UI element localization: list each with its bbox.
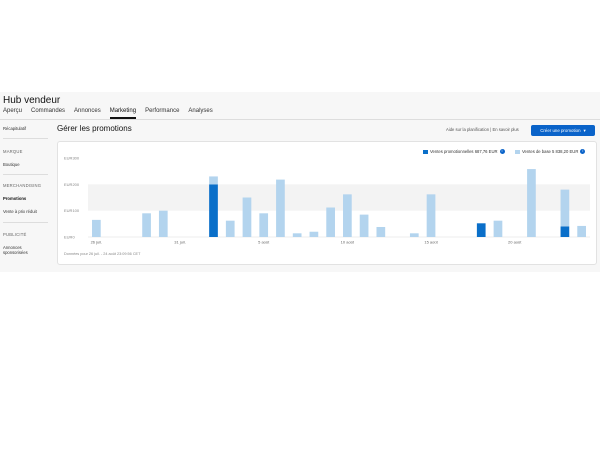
sales-bar-chart: EUR0 EUR100 EUR200 EUR300 26 juil. 31 juil. 5 … (64, 156, 590, 245)
bar-base (376, 226, 386, 237)
bar-base (343, 194, 352, 237)
top-navigation: Aperçu Commandes Annonces Marketing Perf… (3, 108, 213, 119)
sidebar-divider (3, 222, 48, 223)
bar-base (359, 214, 369, 237)
bar-base (158, 210, 168, 237)
bar-base (326, 207, 335, 237)
legend-promo-swatch (423, 149, 428, 154)
sidebar-divider (3, 138, 48, 139)
chart-footnote: Données pour 26 juil. - 24 août 23:09:56… (64, 252, 141, 256)
create-promotion-button[interactable]: Créer une promotion ▾ (531, 125, 595, 136)
bar-base (577, 225, 586, 237)
sidebar-item-promotions[interactable]: Promotions (3, 196, 26, 201)
chevron-down-icon: ▾ (583, 127, 586, 133)
bar-base (142, 213, 151, 237)
info-icon[interactable]: i (580, 149, 586, 154)
y-tick-label: EUR200 (64, 182, 80, 187)
x-tick-label: 5 août (258, 240, 270, 245)
page-title: Gérer les promotions (57, 124, 132, 133)
bar-base (560, 189, 570, 227)
sidebar-item-markdown[interactable]: Vente à prix réduit (3, 209, 37, 214)
tab-apercu[interactable]: Aperçu (3, 108, 22, 119)
bar-base (409, 233, 419, 237)
app-title: Hub vendeur (3, 95, 61, 106)
tab-annonces[interactable]: Annonces (74, 108, 101, 119)
sidebar-heading-ads: PUBLICITÉ (3, 232, 27, 237)
sidebar-item-store[interactable]: Boutique (3, 162, 20, 167)
sidebar-item-summary[interactable]: Récapitulatif (3, 126, 26, 131)
x-tick-label: 10 août (341, 240, 355, 245)
tab-marketing[interactable]: Marketing (109, 108, 137, 119)
tab-commandes[interactable]: Commandes (31, 108, 65, 119)
sidebar-divider (3, 174, 48, 175)
bar-base (309, 231, 319, 237)
chart-band (88, 184, 590, 211)
legend-promo: Ventes promotionnelles 687,76 EUR i (423, 149, 505, 154)
bar-base (426, 194, 436, 237)
bar-promo (209, 184, 218, 237)
bar-base (225, 220, 235, 237)
create-promotion-label: Créer une promotion (540, 128, 581, 133)
x-tick-label: 31 juil. (174, 240, 186, 245)
x-tick-label: 20 août (508, 240, 522, 245)
tab-performance[interactable]: Performance (145, 108, 179, 119)
y-tick-label: EUR0 (64, 235, 75, 240)
sidebar-heading-merchandising: MERCHANDISING (3, 183, 42, 188)
bar-base (292, 233, 302, 237)
legend-base-label: Ventes de base 5 838,20 EUR (522, 149, 579, 154)
bar-promo (476, 223, 486, 237)
help-links[interactable]: Aide sur la planification | En savoir pl… (446, 127, 519, 132)
bar-base (242, 197, 252, 237)
bar-base (527, 169, 536, 237)
info-icon[interactable]: i (499, 149, 505, 154)
bar-base (209, 176, 218, 185)
tab-analyses[interactable]: Analyses (188, 108, 212, 119)
y-tick-label: EUR100 (64, 208, 80, 213)
bar-promo (560, 226, 570, 237)
legend-base-swatch (515, 149, 520, 154)
sidebar-item-sponsored-ads[interactable]: Annonces sponsorisées (3, 245, 28, 255)
bar-base (92, 219, 101, 237)
sidebar-sponsored-line2: sponsorisées (3, 250, 28, 255)
bar-base (276, 179, 285, 237)
nav-divider (0, 119, 600, 120)
sidebar-heading-brand: MARQUE (3, 149, 23, 154)
x-tick-label: 26 juil. (91, 240, 103, 245)
legend-promo-label: Ventes promotionnelles 687,76 EUR (430, 149, 498, 154)
legend-base: Ventes de base 5 838,20 EUR i (515, 149, 586, 154)
bar-base (493, 220, 503, 237)
y-tick-label: EUR300 (64, 156, 80, 161)
x-tick-label: 15 août (424, 240, 438, 245)
bar-base (259, 213, 269, 237)
